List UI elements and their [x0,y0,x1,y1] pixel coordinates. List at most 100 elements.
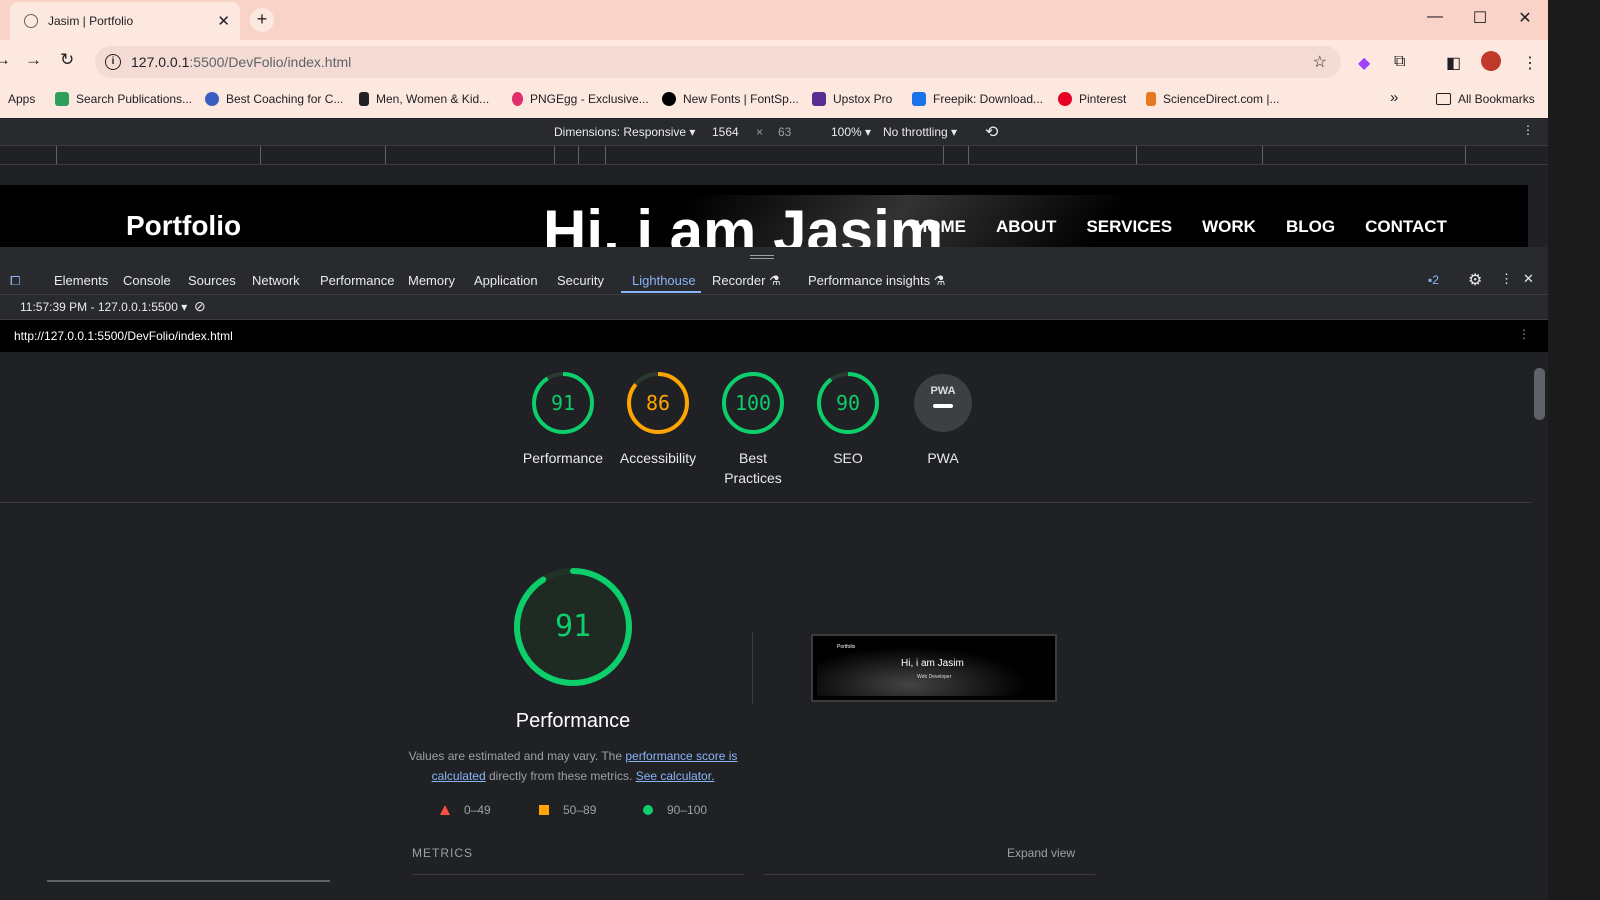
gauge-score: 91 [551,391,575,415]
tab-console[interactable]: Console [123,273,171,288]
active-tab-indicator [621,291,701,293]
fontspace-icon [662,92,676,106]
bookmark-item[interactable]: Upstox Pro [812,92,892,106]
research-icon [55,92,69,106]
bookmark-label: Freepik: Download... [933,92,1044,106]
maximize-icon[interactable]: ☐ [1465,8,1495,28]
drag-handle-icon[interactable] [750,255,774,259]
side-panel-icon[interactable]: ◧ [1446,53,1461,73]
gear-icon[interactable]: ⚙ [1468,270,1482,290]
site-info-icon[interactable]: i [105,54,121,70]
more-options-icon[interactable]: ⋮ [1500,271,1513,287]
gauge-best-practices[interactable]: 100 Best Practices [708,370,798,488]
nav-services[interactable]: SERVICES [1086,217,1172,237]
bookmark-item[interactable]: Best Coaching for C... [205,92,343,106]
bookmark-item[interactable]: Pinterest [1058,92,1126,106]
puzzle-icon[interactable]: ⧉ [1394,53,1405,71]
coaching-icon [205,92,219,106]
gauge-svg: 91 [532,372,594,434]
tab-close-icon[interactable]: ✕ [217,12,230,30]
nav-contact[interactable]: CONTACT [1365,217,1447,237]
gauge-seo[interactable]: 90 SEO [803,370,893,468]
window-edge [1548,0,1600,900]
new-tab-button[interactable]: + [250,8,274,32]
nav-home[interactable]: HOME [915,217,966,237]
thumb-subtitle: Web Developer [917,674,952,680]
tab-network[interactable]: Network [252,273,300,288]
tab-security[interactable]: Security [557,273,604,288]
expand-view-button[interactable]: Expand view [1007,846,1075,860]
clear-icon[interactable]: ⊘ [194,298,206,315]
tab-performance-insights[interactable]: Performance insights ⚗ [808,273,945,289]
bookmark-apps[interactable]: Apps [8,92,35,106]
menu-icon[interactable]: ⋮ [1522,53,1538,73]
scrollbar-thumb[interactable] [1534,368,1545,420]
minimize-icon[interactable]: — [1420,8,1450,26]
bookmark-item[interactable]: Men, Women & Kid... [359,92,489,106]
gauge-svg: 86 [627,372,689,434]
nav-work[interactable]: WORK [1202,217,1256,237]
bookmark-item[interactable]: ScienceDirect.com |... [1146,92,1279,106]
avatar[interactable] [1481,51,1501,71]
more-bookmarks-icon[interactable]: » [1390,89,1398,106]
section-divider [0,502,1531,503]
gauge-label: Best Practices [724,450,782,486]
devtools-splitter[interactable] [0,247,1548,265]
horizontal-scrollbar[interactable] [47,880,330,882]
gauge-score: 86 [646,391,670,415]
zoom-select[interactable]: 100% ▾ [831,125,871,139]
gauge-accessibility[interactable]: 86 Accessibility [613,370,703,468]
legend-average: 50–89 [539,803,596,817]
report-url[interactable]: http://127.0.0.1:5500/DevFolio/index.htm… [14,329,233,343]
report-menu-icon[interactable]: ⋮ [1518,327,1530,341]
bookmark-star-icon[interactable]: ☆ [1313,52,1327,72]
media-query-ruler[interactable] [0,145,1548,165]
tab-elements[interactable]: Elements [54,273,108,288]
bookmark-label: New Fonts | FontSp... [683,92,799,106]
metrics-heading: METRICS [412,846,473,860]
reload-icon[interactable]: ↻ [60,50,74,70]
tab-application[interactable]: Application [474,273,538,288]
bookmark-label: Men, Women & Kid... [376,92,490,106]
report-select[interactable]: 11:57:39 PM - 127.0.0.1:5500 ▾ [20,300,187,314]
window-close-icon[interactable]: ✕ [1510,8,1540,28]
nav-blog[interactable]: BLOG [1286,217,1335,237]
lighthouse-toolbar: 11:57:39 PM - 127.0.0.1:5500 ▾ ⊘ [0,295,1548,320]
bookmark-item[interactable]: PNGEgg - Exclusive... [512,92,649,106]
url-host: 127.0.0.1 [131,54,190,70]
tab-performance[interactable]: Performance [320,273,394,288]
tab-recorder[interactable]: Recorder ⚗ [712,273,781,289]
gauge-performance[interactable]: 91 Performance [518,370,608,468]
throttling-select[interactable]: No throttling ▾ [883,125,957,139]
tab-title: Jasim | Portfolio [48,14,134,28]
address-bar[interactable]: i 127.0.0.1:5500/DevFolio/index.html ☆ [95,46,1341,78]
bookmark-item[interactable]: Freepik: Download... [912,92,1043,106]
forward-icon[interactable]: → [25,50,42,70]
screenshot-image: Portfolio Hi, i am Jasim Web Developer [817,640,1047,696]
dimensions-select[interactable]: Dimensions: Responsive ▾ [554,125,695,139]
tab-memory[interactable]: Memory [408,273,455,288]
site-brand[interactable]: Portfolio [126,210,241,242]
bookmark-item[interactable]: New Fonts | FontSp... [662,92,799,106]
extension-icon[interactable]: ◆ [1358,53,1370,73]
bookmark-label: Upstox Pro [833,92,893,106]
nav-about[interactable]: ABOUT [996,217,1056,237]
report-scrollbar[interactable] [1531,352,1548,882]
tab-lighthouse[interactable]: Lighthouse [632,273,696,288]
device-mode-icon[interactable]: ⧠ [10,273,20,289]
gauge-pwa[interactable]: PWA PWA [898,370,988,468]
close-icon[interactable]: ✕ [1523,271,1534,287]
back-icon[interactable]: → [0,50,11,70]
all-bookmarks[interactable]: All Bookmarks [1436,92,1535,106]
gauge-label: Accessibility [619,450,697,466]
browser-tab[interactable]: Jasim | Portfolio ✕ [10,2,240,40]
final-screenshot[interactable]: Portfolio Hi, i am Jasim Web Developer [811,634,1057,702]
tab-sources[interactable]: Sources [188,273,236,288]
device-menu-icon[interactable]: ⋮ [1522,123,1534,137]
height-input[interactable]: 63 [778,125,791,139]
bookmark-item[interactable]: Search Publications... [55,92,192,106]
calculator-link[interactable]: See calculator. [636,769,715,783]
issues-badge[interactable]: ▪2 [1428,273,1439,287]
rotate-icon[interactable]: ⟲ [985,122,998,142]
width-input[interactable]: 1564 [712,125,739,139]
